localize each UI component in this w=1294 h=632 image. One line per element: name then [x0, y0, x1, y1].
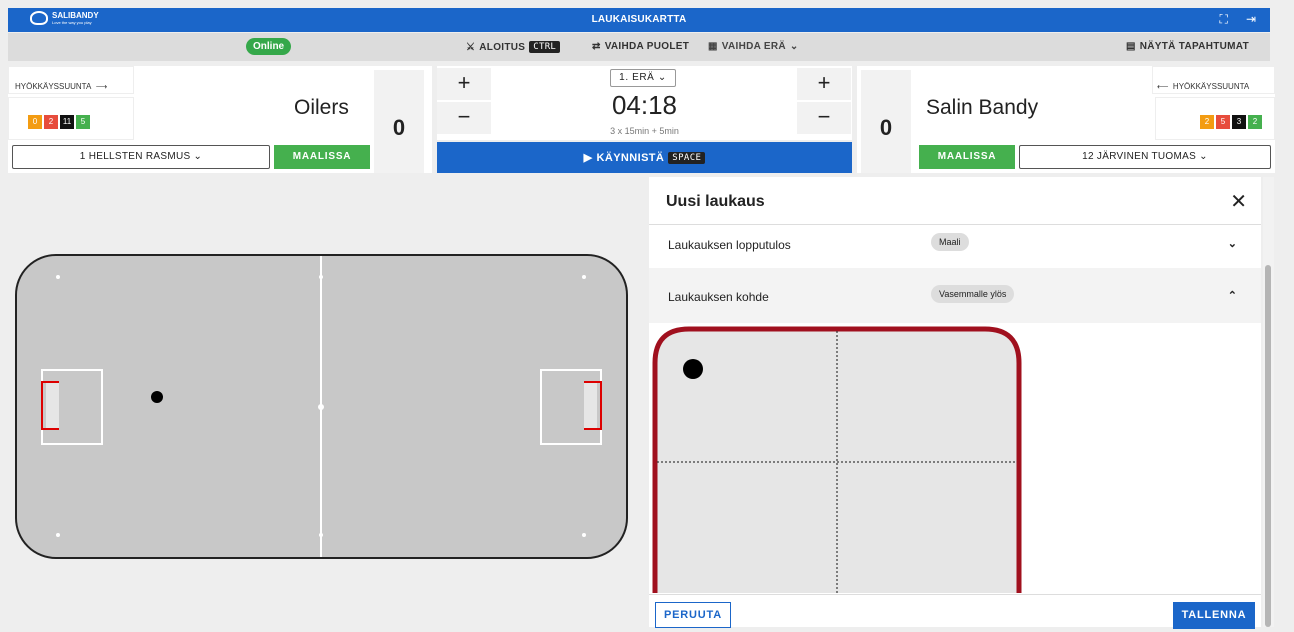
shot-result-label: Laukauksen lopputulos [668, 238, 791, 252]
calendar-icon: ▦ [708, 41, 718, 52]
fullscreen-icon[interactable]: ⛶ [1220, 12, 1228, 27]
field-area [8, 177, 632, 627]
floorball-rink[interactable] [8, 177, 632, 627]
home-attack-direction: HYÖKKÄYSSUUNTA ⟶ [8, 66, 134, 94]
away-team-name: Salin Bandy [926, 96, 1039, 119]
home-stat-chips: 0 2 11 5 [8, 97, 134, 140]
away-score-plus-button[interactable]: + [797, 68, 851, 100]
arrow-right-icon: ⟶ [95, 82, 108, 91]
panel-title: Uusi laukaus [666, 193, 765, 210]
faceoff-shortcut: CTRL [529, 41, 561, 53]
start-clock-button[interactable]: ▶ KÄYNNISTÄ SPACE [437, 142, 852, 173]
goal-target-grid[interactable] [649, 323, 1261, 593]
faceoff-label: ALOITUS [479, 41, 526, 53]
home-in-goal-button[interactable]: MAALISSA [274, 145, 370, 169]
start-label: KÄYNNISTÄ [596, 151, 665, 164]
shot-target-row[interactable]: Laukauksen kohde Vasemmalle ylös ⌃ [649, 268, 1261, 323]
chevron-down-icon: ⌄ [193, 151, 203, 162]
shot-location-marker [151, 391, 163, 403]
shot-result-row[interactable]: Laukauksen lopputulos Maali ⌄ [649, 226, 1261, 268]
home-chip-green: 5 [76, 115, 90, 129]
shot-target-value: Vasemmalle ylös [931, 285, 1015, 303]
shot-target-label: Laukauksen kohde [668, 290, 769, 304]
home-team-name: Oilers [294, 96, 349, 119]
faceoff-dot [582, 275, 586, 279]
swap-icon: ⇄ [592, 41, 601, 52]
page-title: LAUKAISUKARTTA [591, 14, 687, 25]
period-select[interactable]: 1. ERÄ ⌄ [610, 69, 676, 87]
panel-scrollbar[interactable] [1263, 177, 1274, 627]
toolbar: Online ⚔ ALOITUS CTRL ⇄ VAIHDA PUOLET ▦ … [8, 33, 1270, 61]
away-team-card: 0 Salin Bandy ⟵ HYÖKKÄYSSUUNTA 2532 MAAL… [857, 66, 1275, 173]
switch-period-label: VAIHDA ERÄ [721, 41, 786, 52]
faceoff-icon: ⚔ [466, 41, 476, 53]
play-icon: ▶ [583, 152, 593, 164]
center-spot [318, 404, 324, 410]
faceoff-dot [319, 275, 323, 279]
home-goalie-label: 1 HELLSTEN RASMUS [79, 151, 191, 162]
start-shortcut: SPACE [668, 151, 706, 164]
game-clock: 04:18 [611, 90, 678, 120]
game-format: 3 x 15min + 5min [610, 126, 679, 136]
divider [649, 594, 1261, 595]
faceoff-dot [56, 275, 60, 279]
away-chip-green: 2 [1248, 115, 1262, 129]
chevron-down-icon: ⌄ [657, 72, 667, 83]
show-events-button[interactable]: ▤ NÄYTÄ TAPAHTUMAT [1126, 41, 1249, 52]
away-chip-red: 5 [1216, 115, 1230, 129]
away-chip-black: 3 [1232, 115, 1246, 129]
cancel-button[interactable]: PERUUTA [655, 602, 731, 628]
shot-target-marker [683, 359, 703, 379]
chevron-up-icon[interactable]: ⌃ [1228, 289, 1237, 302]
away-in-goal-button[interactable]: MAALISSA [919, 145, 1015, 169]
chevron-down-icon: ⌄ [789, 41, 799, 52]
switch-sides-label: VAIHDA PUOLET [604, 41, 690, 52]
scrollbar-thumb[interactable] [1265, 265, 1271, 627]
list-icon: ▤ [1126, 41, 1136, 52]
away-chip-orange: 2 [1200, 115, 1214, 129]
close-icon[interactable]: ✕ [1230, 189, 1247, 214]
away-goalie-select[interactable]: 12 JÄRVINEN TUOMAS ⌄ [1019, 145, 1271, 169]
away-attack-direction: ⟵ HYÖKKÄYSSUUNTA [1152, 66, 1275, 94]
faceoff-dot [319, 533, 323, 537]
show-events-label: NÄYTÄ TAPAHTUMAT [1139, 41, 1249, 52]
arrow-left-icon: ⟵ [1157, 82, 1169, 91]
home-chip-black: 11 [60, 115, 74, 129]
home-team-card: HYÖKKÄYSSUUNTA ⟶ 0 2 11 5 Oilers 0 1 HELLST… [8, 66, 432, 173]
faceoff-dot [582, 533, 586, 537]
new-shot-panel: Uusi laukaus ✕ Laukauksen lopputulos Maa… [649, 177, 1261, 629]
home-chip-red: 2 [44, 115, 58, 129]
shot-result-value: Maali [931, 233, 969, 251]
away-score-minus-button[interactable]: − [797, 102, 851, 134]
status-badge: Online [246, 38, 292, 55]
chevron-down-icon[interactable]: ⌄ [1228, 237, 1237, 250]
logout-icon[interactable]: ⇥ [1246, 12, 1256, 27]
away-stat-chips: 2532 [1155, 97, 1275, 140]
app-header: SALIBANDY Love the way you play LAUKAISU… [8, 8, 1270, 32]
away-goalie-label: 12 JÄRVINEN TUOMAS [1082, 151, 1197, 162]
switch-period-button[interactable]: ▦ VAIHDA ERÄ ⌄ [708, 41, 799, 52]
home-chip-orange: 0 [28, 115, 42, 129]
home-goalie-select[interactable]: 1 HELLSTEN RASMUS ⌄ [12, 145, 270, 169]
clock-card: + − 1. ERÄ ⌄ 04:18 3 x 15min + 5min + − [437, 66, 852, 140]
home-score: 0 [374, 70, 424, 173]
right-goal [584, 382, 597, 429]
switch-sides-button[interactable]: ⇄ VAIHDA PUOLET [592, 41, 689, 52]
faceoff-dot [56, 533, 60, 537]
faceoff-button[interactable]: ⚔ ALOITUS CTRL [466, 41, 561, 53]
chevron-down-icon: ⌄ [1199, 151, 1208, 162]
away-score: 0 [861, 70, 911, 173]
save-button[interactable]: TALLENNA [1173, 602, 1255, 629]
left-goal [46, 382, 59, 429]
